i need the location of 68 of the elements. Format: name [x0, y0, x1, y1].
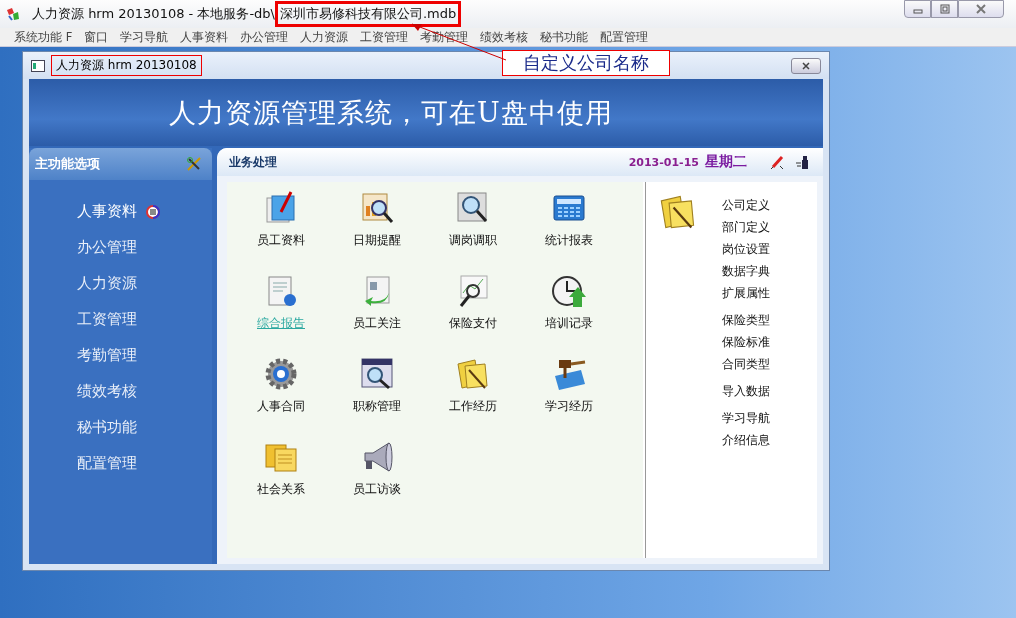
settings-link[interactable]: 保险标准: [722, 333, 770, 352]
close-button[interactable]: [791, 57, 821, 74]
settings-link[interactable]: 公司定义: [722, 196, 770, 215]
pen-icon[interactable]: [769, 154, 785, 170]
chart-magnifier-icon[interactable]: [359, 190, 395, 226]
menu-item[interactable]: 秘书功能: [534, 29, 595, 45]
tile-label[interactable]: 员工访谈: [353, 481, 401, 498]
tile-label[interactable]: 保险支付: [449, 315, 497, 332]
tile-label[interactable]: 职称管理: [353, 398, 401, 415]
settings-link[interactable]: 保险类型: [722, 311, 770, 330]
maximize-button[interactable]: [931, 0, 958, 18]
sidebar-item[interactable]: 考勤管理: [77, 346, 137, 365]
database-file-name: 深圳市易修科技有限公司.mdb: [275, 1, 462, 27]
minimize-button[interactable]: [904, 0, 931, 18]
sidebar-item[interactable]: 绩效考核: [77, 382, 137, 401]
panel-title: 业务处理: [229, 154, 277, 170]
sidebar-item[interactable]: 人事资料: [77, 202, 137, 221]
tools-icon[interactable]: [186, 156, 202, 172]
clock-arrow-icon[interactable]: [551, 273, 587, 309]
weekday-label: 星期二: [705, 153, 747, 171]
app-icon: [6, 7, 20, 21]
maximize-icon: [938, 3, 951, 15]
selected-indicator-icon: [145, 203, 161, 220]
folder-icon[interactable]: [455, 356, 491, 392]
tile-label[interactable]: 调岗调职: [449, 232, 497, 249]
sidebar-item[interactable]: 配置管理: [77, 454, 137, 473]
settings-link[interactable]: 扩展属性: [722, 284, 770, 303]
sidebar-title: 主功能选项: [35, 155, 100, 173]
menu-item[interactable]: 绩效考核: [474, 29, 535, 45]
settings-link[interactable]: 数据字典: [722, 262, 770, 281]
window-magnifier-icon[interactable]: [359, 356, 395, 392]
tile-label[interactable]: 培训记录: [545, 315, 593, 332]
tile-label[interactable]: 工作经历: [449, 398, 497, 415]
menu-item[interactable]: 人力资源: [294, 29, 355, 45]
close-icon: [801, 60, 811, 71]
settings-link[interactable]: 学习导航: [722, 409, 770, 428]
menu-item[interactable]: 学习导航: [114, 29, 175, 45]
banner-title: 人力资源管理系统，可在U盘中使用: [169, 95, 613, 130]
settings-link[interactable]: 部门定义: [722, 218, 770, 237]
menu-item[interactable]: 系统功能 F: [8, 29, 79, 45]
sidebar-item[interactable]: 人力资源: [77, 274, 137, 293]
settings-link[interactable]: 合同类型: [722, 355, 770, 374]
user-settings-icon[interactable]: [795, 154, 811, 170]
annotation-label: 自定义公司名称: [502, 50, 670, 76]
window-icon: [31, 59, 45, 72]
tile-label[interactable]: 日期提醒: [353, 232, 401, 249]
tile-label[interactable]: 社会关系: [257, 481, 305, 498]
settings-link[interactable]: 岗位设置: [722, 240, 770, 259]
sidebar-item[interactable]: 秘书功能: [77, 418, 137, 437]
settings-link[interactable]: 介绍信息: [722, 431, 770, 450]
tile-label[interactable]: 学习经历: [545, 398, 593, 415]
sidebar-item[interactable]: 办公管理: [77, 238, 137, 257]
tile-label[interactable]: 员工资料: [257, 232, 305, 249]
menu-item[interactable]: 配置管理: [594, 29, 655, 45]
sidebar-item[interactable]: 工资管理: [77, 310, 137, 329]
tile-label[interactable]: 员工关注: [353, 315, 401, 332]
date-label: 2013-01-15: [628, 155, 699, 169]
child-window-title: 人力资源 hrm 20130108: [51, 55, 202, 76]
menu-item[interactable]: 工资管理: [354, 29, 415, 45]
menu-item[interactable]: 办公管理: [234, 29, 295, 45]
menu-item[interactable]: 窗口: [78, 29, 115, 45]
close-icon: [975, 3, 987, 15]
gear-icon[interactable]: [263, 356, 299, 392]
tile-label[interactable]: 统计报表: [545, 232, 593, 249]
menu-item[interactable]: 人事资料: [174, 29, 235, 45]
settings-link[interactable]: 导入数据: [722, 382, 770, 401]
tile-label[interactable]: 人事合同: [257, 398, 305, 415]
window-title: 人力资源 hrm 20130108 - 本地服务-db\: [32, 5, 275, 23]
